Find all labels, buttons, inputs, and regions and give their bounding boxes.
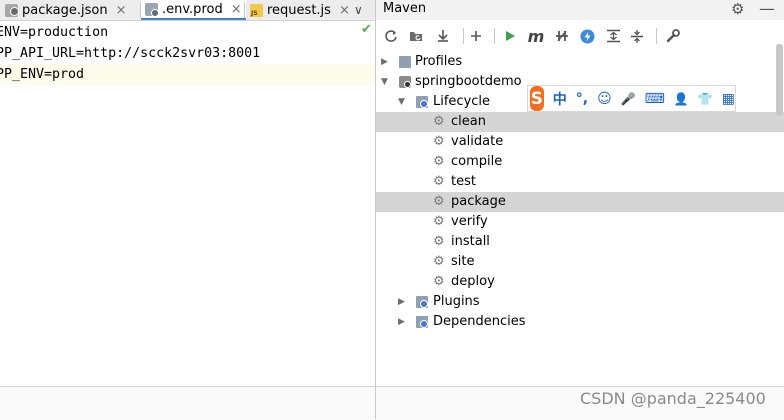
tree-item-goal-clean[interactable]: ⚙ clean xyxy=(376,112,784,132)
tree-item-goal-compile[interactable]: ⚙ compile xyxy=(376,152,784,172)
tree-item-goal-verify[interactable]: ⚙ verify xyxy=(376,212,784,232)
js-file-icon: JS xyxy=(250,3,263,17)
profiles-folder-icon xyxy=(399,56,411,68)
lifecycle-folder-icon xyxy=(416,96,428,108)
tab-label: request.js xyxy=(267,2,331,18)
skin-icon[interactable]: 👕 xyxy=(698,92,713,106)
tab-label: .env.prod xyxy=(162,1,223,17)
gear-icon[interactable]: ⚙ xyxy=(731,0,744,18)
dependencies-folder-icon xyxy=(416,316,428,328)
punctuation-icon[interactable]: °, xyxy=(576,91,588,107)
expand-arrow-icon[interactable]: ▶ xyxy=(398,312,405,332)
tree-item-label: springbootdemo xyxy=(415,74,522,89)
panel-title: Maven xyxy=(383,1,427,16)
watermark: CSDN @panda_225400 xyxy=(580,389,766,408)
scrollbar-thumb[interactable] xyxy=(776,44,783,116)
tree-item-goal-deploy[interactable]: ⚙ deploy xyxy=(376,272,784,292)
toolbox-icon[interactable]: ▦ xyxy=(722,91,735,107)
collapse-arrow-icon[interactable]: ▼ xyxy=(398,92,405,112)
maven-header: Maven ⚙ — xyxy=(376,0,784,20)
tree-item-goal-install[interactable]: ⚙ install xyxy=(376,232,784,252)
maven-project-icon xyxy=(399,76,411,88)
emoji-icon[interactable]: ☺ xyxy=(597,91,612,107)
run-icon[interactable] xyxy=(500,26,520,46)
keyboard-icon[interactable]: ⌨ xyxy=(645,91,665,107)
gear-icon: ⚙ xyxy=(433,234,445,249)
tab-request-js[interactable]: JS request.js × xyxy=(250,0,350,20)
package-json-file-icon xyxy=(5,3,19,17)
close-icon[interactable]: × xyxy=(116,3,127,18)
add-folder-icon[interactable] xyxy=(406,26,426,46)
show-dependencies-icon[interactable] xyxy=(603,26,623,46)
close-icon[interactable]: × xyxy=(231,2,242,17)
execute-goal-icon[interactable]: m xyxy=(526,26,546,46)
close-icon[interactable]: × xyxy=(339,3,350,18)
gear-icon: ⚙ xyxy=(433,194,445,209)
env-file-icon xyxy=(145,2,159,17)
wrench-icon[interactable] xyxy=(663,26,683,46)
maven-toolbar: m xyxy=(376,22,784,50)
collapse-arrow-icon[interactable]: ▼ xyxy=(381,72,388,92)
chevron-down-icon[interactable]: ∨ xyxy=(354,0,363,20)
sogou-logo-icon[interactable]: S xyxy=(530,86,544,111)
tab-env-prod[interactable]: .env.prod × xyxy=(141,0,246,20)
gear-icon: ⚙ xyxy=(433,174,445,189)
gear-icon: ⚙ xyxy=(433,134,445,149)
user-icon[interactable]: 👤 xyxy=(674,92,689,106)
goal-label: verify xyxy=(451,214,488,229)
toggle-offline-icon[interactable] xyxy=(552,26,572,46)
tab-divider xyxy=(244,2,245,18)
plugins-folder-icon xyxy=(416,296,428,308)
editor-status-strip xyxy=(0,386,375,420)
goal-label: clean xyxy=(451,114,486,129)
goal-label: site xyxy=(451,254,475,269)
toolbar-divider xyxy=(656,28,657,44)
goal-label: package xyxy=(451,194,506,209)
tree-item-label: Plugins xyxy=(433,294,480,309)
ime-toolbar: S 中 °, ☺ 🎤 ⌨ 👤 👕 ▦ xyxy=(527,85,736,112)
gear-icon: ⚙ xyxy=(433,274,445,289)
plus-icon[interactable] xyxy=(466,26,486,46)
collapse-all-icon[interactable] xyxy=(627,26,647,46)
editor-tab-bar: package.json × .env.prod × JS request.js… xyxy=(0,0,375,21)
tree-item-goal-test[interactable]: ⚙ test xyxy=(376,172,784,192)
tree-item-label: Dependencies xyxy=(433,314,526,329)
reload-icon[interactable] xyxy=(381,26,401,46)
expand-arrow-icon[interactable]: ▶ xyxy=(381,52,388,72)
gear-icon: ⚙ xyxy=(433,154,445,169)
code-area[interactable]: ENV=production PP_API_URL=http://scck2sv… xyxy=(0,22,375,85)
tree-item-label: Lifecycle xyxy=(433,94,491,109)
tab-package-json[interactable]: package.json × xyxy=(5,0,127,20)
maven-panel: Maven ⚙ — m ▶ Profiles ▼ springbootdemo … xyxy=(375,0,784,420)
gear-icon: ⚙ xyxy=(433,214,445,229)
minimize-icon[interactable]: — xyxy=(759,0,775,18)
toolbar-divider xyxy=(494,28,495,44)
goal-label: install xyxy=(451,234,490,249)
gear-icon: ⚙ xyxy=(433,114,445,129)
tree-item-goal-package[interactable]: ⚙ package xyxy=(376,192,784,212)
tree-item-plugins[interactable]: ▶ Plugins xyxy=(376,292,784,312)
tree-item-label: Profiles xyxy=(415,54,463,69)
tree-item-dependencies[interactable]: ▶ Dependencies xyxy=(376,312,784,332)
download-sources-icon[interactable] xyxy=(433,26,453,46)
microphone-icon[interactable]: 🎤 xyxy=(621,92,636,106)
tree-item-goal-validate[interactable]: ⚙ validate xyxy=(376,132,784,152)
chinese-mode-icon[interactable]: 中 xyxy=(553,89,567,109)
goal-label: validate xyxy=(451,134,504,149)
tree-item-profiles[interactable]: ▶ Profiles xyxy=(376,52,784,72)
code-line-current[interactable]: PP_ENV=prod xyxy=(0,64,375,85)
goal-label: compile xyxy=(451,154,503,169)
toolbar-divider xyxy=(463,28,464,44)
goal-label: deploy xyxy=(451,274,495,289)
editor-pane: package.json × .env.prod × JS request.js… xyxy=(0,0,375,420)
skip-tests-icon[interactable] xyxy=(577,26,597,46)
tab-label: package.json xyxy=(22,2,108,18)
tree-item-goal-site[interactable]: ⚙ site xyxy=(376,252,784,272)
code-line[interactable]: ENV=production xyxy=(0,22,375,43)
gear-icon: ⚙ xyxy=(433,254,445,269)
goal-label: test xyxy=(451,174,476,189)
code-line[interactable]: PP_API_URL=http://scck2svr03:8001 xyxy=(0,43,375,64)
expand-arrow-icon[interactable]: ▶ xyxy=(398,292,405,312)
